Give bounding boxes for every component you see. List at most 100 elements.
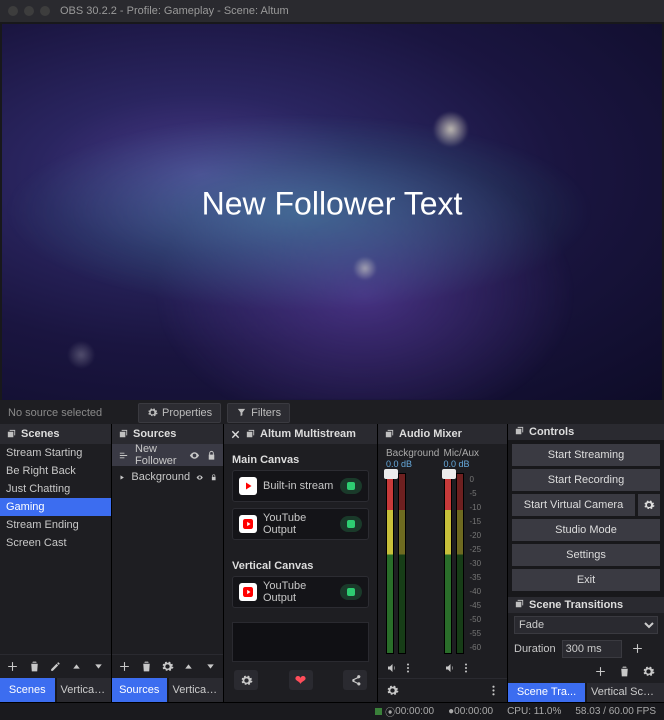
- ms-share-button[interactable]: [343, 670, 367, 690]
- stream-output-row[interactable]: YouTube Output: [232, 576, 369, 608]
- status-bar: ⦿ 00:00:00 ● 00:00:00 CPU: 11.0% 58.03 /…: [0, 702, 664, 720]
- scene-item[interactable]: Stream Starting: [0, 444, 111, 462]
- ms-donate-button[interactable]: ❤: [289, 670, 313, 690]
- track-menu-icon[interactable]: [460, 662, 472, 674]
- scenes-title: Scenes: [21, 428, 60, 440]
- delete-source-button[interactable]: [137, 658, 154, 676]
- youtube-icon: [239, 515, 257, 533]
- audio-mixer-dock: Audio Mixer Background0.0 dB Mic/Aux0.0 …: [378, 424, 508, 702]
- vu-meter: [456, 473, 464, 654]
- window-title: OBS 30.2.2 - Profile: Gameplay - Scene: …: [60, 5, 289, 17]
- popout-icon[interactable]: [514, 599, 525, 610]
- mixer-track: Background0.0 dB: [386, 448, 442, 678]
- eye-icon[interactable]: [189, 450, 200, 461]
- properties-button[interactable]: Properties: [138, 403, 221, 423]
- eye-icon[interactable]: [196, 472, 203, 483]
- tab-vertical-scene-transitions[interactable]: Vertical Scene Tra...: [587, 683, 664, 702]
- exit-button[interactable]: Exit: [512, 569, 660, 591]
- fader-knob[interactable]: [442, 469, 456, 479]
- stream-output-row[interactable]: Built-in stream: [232, 470, 369, 502]
- fader-knob[interactable]: [384, 469, 398, 479]
- titlebar: OBS 30.2.2 - Profile: Gameplay - Scene: …: [0, 0, 664, 22]
- scenes-footer: [0, 654, 111, 678]
- sources-footer: [112, 654, 223, 678]
- scene-item[interactable]: Gaming: [0, 498, 111, 516]
- filters-button[interactable]: Filters: [227, 403, 290, 423]
- overlay-text: New Follower Text: [2, 186, 662, 223]
- scene-transitions-title: Scene Transitions: [529, 599, 623, 611]
- stream-output-row[interactable]: YouTube Output: [232, 508, 369, 540]
- speaker-icon[interactable]: [444, 662, 456, 674]
- multistream-preview: [232, 622, 369, 662]
- tab-sources[interactable]: Sources: [112, 678, 167, 702]
- delete-scene-button[interactable]: [25, 658, 42, 676]
- source-item[interactable]: Background: [112, 466, 223, 488]
- preview-canvas[interactable]: New Follower Text: [2, 24, 662, 400]
- studio-mode-button[interactable]: Studio Mode: [512, 519, 660, 541]
- popout-icon[interactable]: [118, 429, 129, 440]
- speaker-icon[interactable]: [386, 662, 398, 674]
- transition-select[interactable]: Fade: [514, 616, 658, 634]
- scene-item[interactable]: Be Right Back: [0, 462, 111, 480]
- youtube-icon: [239, 583, 257, 601]
- start-streaming-button[interactable]: Start Streaming: [512, 444, 660, 466]
- transition-delete-button[interactable]: [614, 663, 634, 681]
- ms-settings-button[interactable]: [234, 670, 258, 690]
- scene-item[interactable]: Just Chatting: [0, 480, 111, 498]
- source-item[interactable]: New Follower: [112, 444, 223, 466]
- duration-label: Duration: [514, 643, 556, 655]
- play-icon: [239, 477, 257, 495]
- scene-item[interactable]: Stream Ending: [0, 516, 111, 534]
- popout-icon[interactable]: [6, 429, 17, 440]
- scene-down-button[interactable]: [90, 658, 107, 676]
- stream-indicator: ⦿ 00:00:00: [375, 704, 434, 719]
- main-canvas-label: Main Canvas: [232, 448, 369, 470]
- controls-title: Controls: [529, 426, 574, 438]
- add-scene-button[interactable]: [4, 658, 21, 676]
- source-selection-label: No source selected: [8, 407, 138, 419]
- tab-vertical-sources[interactable]: Vertical Sour...: [169, 678, 224, 702]
- add-source-button[interactable]: [116, 658, 133, 676]
- controls-body: Start Streaming Start Recording Start Virt…: [508, 440, 664, 595]
- scene-up-button[interactable]: [68, 658, 85, 676]
- sources-list[interactable]: New FollowerBackground: [112, 444, 223, 654]
- source-down-button[interactable]: [202, 658, 219, 676]
- mixer-settings-button[interactable]: [382, 682, 402, 700]
- play-icon: [118, 472, 125, 483]
- vu-meter: [444, 473, 452, 654]
- scene-item[interactable]: Screen Cast: [0, 534, 111, 552]
- live-indicator[interactable]: [340, 584, 362, 600]
- lock-icon[interactable]: [210, 472, 217, 483]
- live-indicator[interactable]: [340, 516, 362, 532]
- transition-settings-button[interactable]: [638, 663, 658, 681]
- duration-input[interactable]: [562, 640, 622, 658]
- popout-icon[interactable]: [245, 429, 256, 440]
- tab-scenes[interactable]: Scenes: [0, 678, 55, 702]
- close-icon[interactable]: [230, 429, 241, 440]
- add-transition-button[interactable]: [628, 640, 648, 658]
- window-controls[interactable]: [8, 6, 50, 16]
- vu-meter: [386, 473, 394, 654]
- track-menu-icon[interactable]: [402, 662, 414, 674]
- tab-vertical-scenes[interactable]: Vertical Scen...: [57, 678, 112, 702]
- popout-icon[interactable]: [514, 426, 525, 437]
- transition-add-button[interactable]: [590, 663, 610, 681]
- popout-icon[interactable]: [384, 429, 395, 440]
- lock-icon[interactable]: [206, 450, 217, 461]
- tab-scene-transitions[interactable]: Scene Tra...: [508, 683, 585, 702]
- start-recording-button[interactable]: Start Recording: [512, 469, 660, 491]
- fps-counter: 58.03 / 60.00 FPS: [575, 706, 656, 717]
- record-indicator: ● 00:00:00: [448, 706, 493, 717]
- virtual-camera-settings-button[interactable]: [638, 494, 660, 516]
- start-virtual-camera-button[interactable]: Start Virtual Camera: [512, 494, 635, 516]
- source-up-button[interactable]: [180, 658, 197, 676]
- scene-filters-button[interactable]: [47, 658, 64, 676]
- audio-mixer-title: Audio Mixer: [399, 428, 462, 440]
- source-settings-button[interactable]: [159, 658, 176, 676]
- scenes-list[interactable]: Stream StartingBe Right BackJust Chattin…: [0, 444, 111, 654]
- settings-button[interactable]: Settings: [512, 544, 660, 566]
- cpu-usage: CPU: 11.0%: [507, 706, 561, 717]
- live-indicator[interactable]: [340, 478, 362, 494]
- mixer-menu-button[interactable]: [483, 682, 503, 700]
- sources-dock: Sources New FollowerBackground Sources V…: [112, 424, 224, 702]
